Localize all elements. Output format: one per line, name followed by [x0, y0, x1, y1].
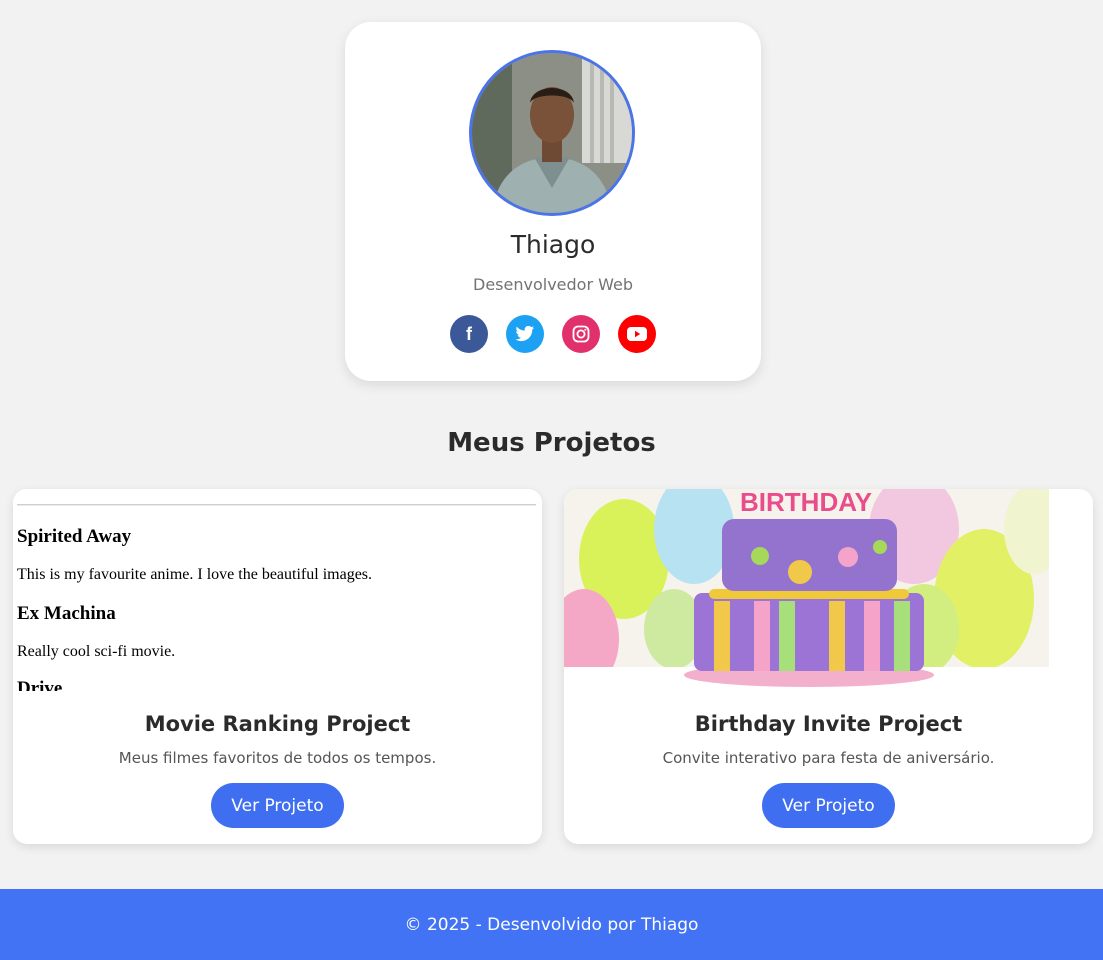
cake-text: BIRTHDAY [740, 489, 872, 517]
project-description: Meus filmes favoritos de todos os tempos… [118, 749, 437, 767]
social-links: f [345, 315, 761, 353]
project-title: Movie Ranking Project [144, 712, 411, 736]
profile-role: Desenvolvedor Web [473, 275, 633, 294]
profile-name: Thiago [510, 230, 596, 259]
preview-heading: Drive [17, 678, 63, 691]
youtube-link[interactable] [618, 315, 656, 353]
facebook-link[interactable]: f [450, 315, 488, 353]
preview-heading: Spirited Away [17, 526, 132, 547]
avatar-photo [472, 53, 632, 213]
youtube-icon [627, 327, 647, 341]
view-project-button[interactable]: Ver Projeto [211, 783, 344, 828]
instagram-link[interactable] [562, 315, 600, 353]
profile-card: Thiago Desenvolvedor Web f [345, 22, 761, 381]
project-description: Convite interativo para festa de anivers… [662, 749, 995, 767]
preview-heading: Ex Machina [17, 603, 116, 624]
instagram-icon [572, 325, 590, 343]
footer: © 2025 - Desenvolvido por Thiago [0, 889, 1103, 960]
project-title: Birthday Invite Project [694, 712, 963, 736]
twitter-icon [515, 325, 535, 342]
project-card-movie-ranking: Spirited Away This is my favourite anime… [13, 489, 542, 844]
facebook-icon: f [466, 323, 472, 344]
birthday-cake-image: BIRTHDAY [564, 489, 1049, 691]
avatar [469, 50, 635, 216]
preview-divider [17, 504, 536, 506]
project-card-birthday-invite: BIRTHDAY Birthday Invite Project Convite… [564, 489, 1093, 844]
preview-text: This is my favourite anime. I love the b… [17, 566, 373, 583]
projects-section-title: Meus Projetos [447, 428, 656, 458]
project-preview-birthday-invite: BIRTHDAY [564, 489, 1049, 691]
twitter-link[interactable] [506, 315, 544, 353]
footer-text: © 2025 - Desenvolvido por Thiago [404, 914, 699, 935]
project-preview-movie-ranking: Spirited Away This is my favourite anime… [13, 489, 542, 691]
preview-text: Really cool sci-fi movie. [17, 643, 176, 660]
view-project-button[interactable]: Ver Projeto [762, 783, 895, 828]
